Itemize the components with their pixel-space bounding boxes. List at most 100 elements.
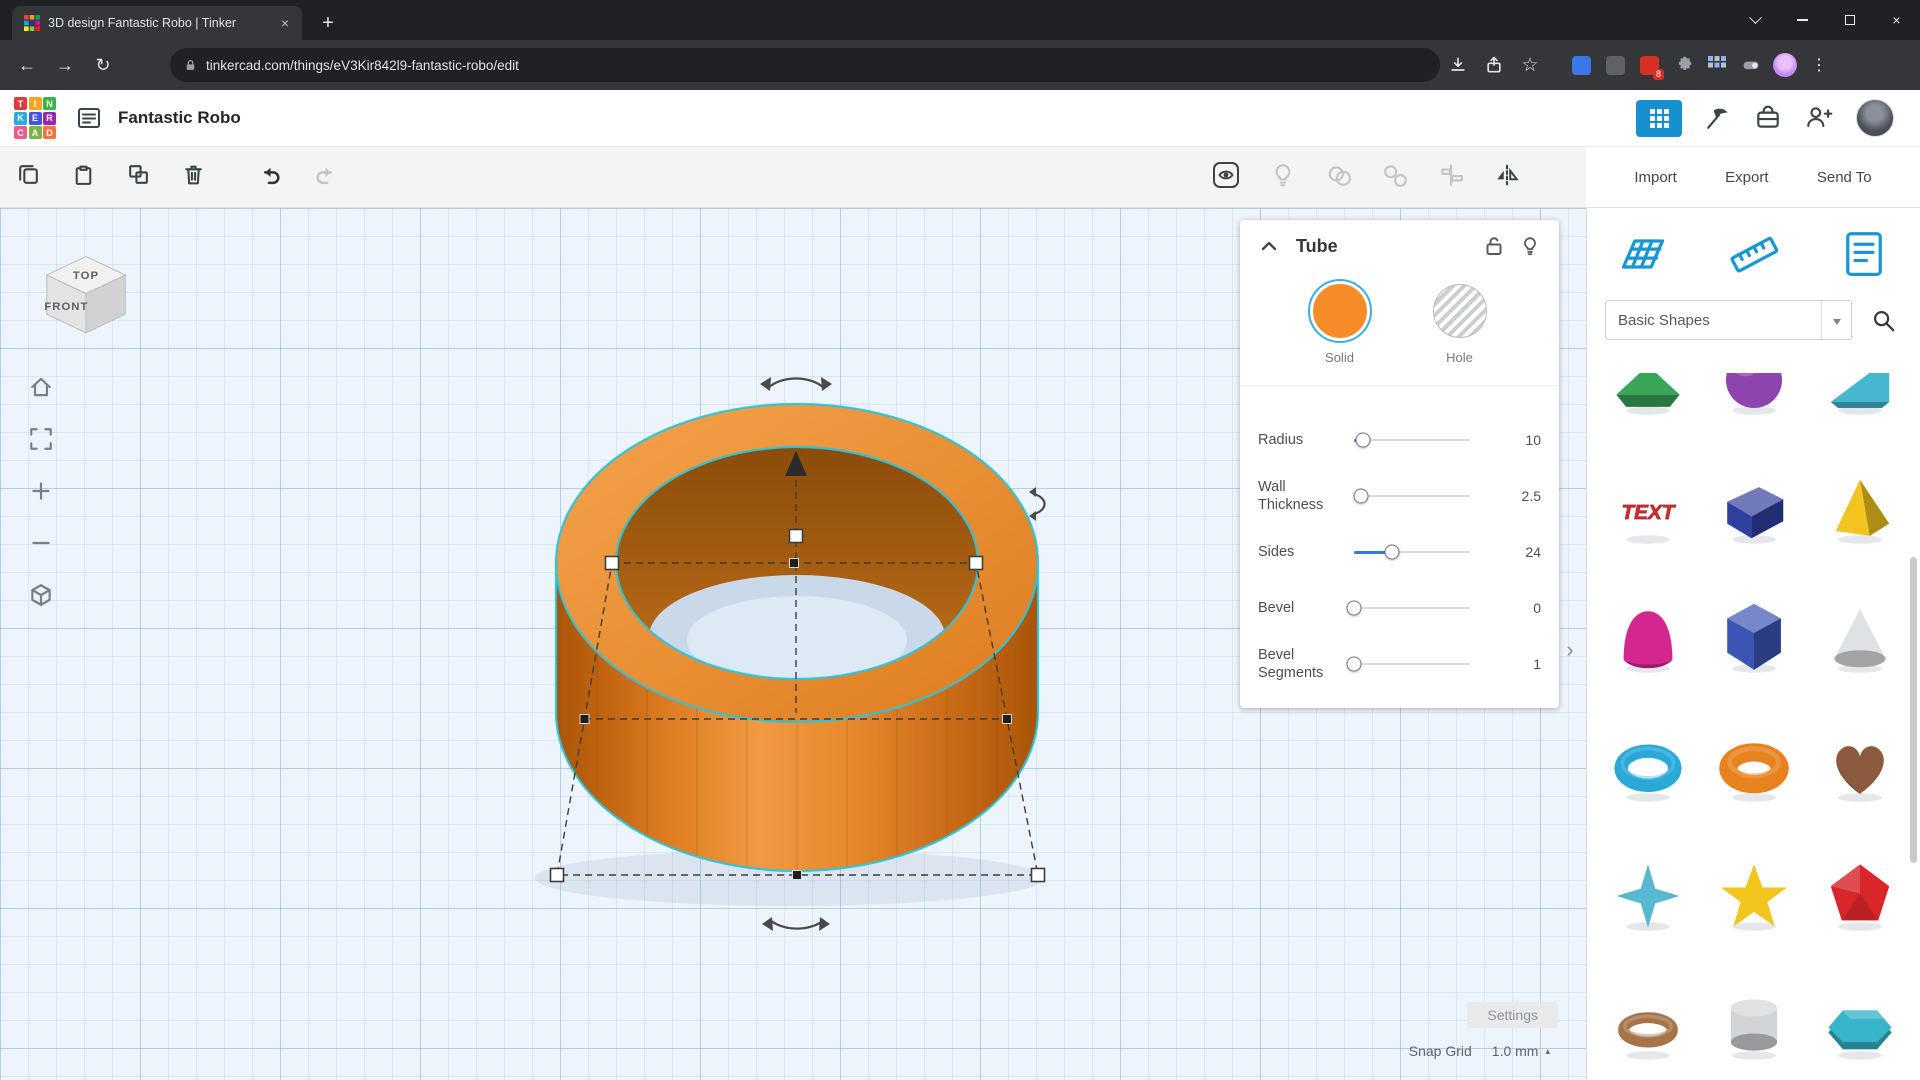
back-icon[interactable]: ← <box>8 46 46 84</box>
slider-knob[interactable] <box>1385 545 1400 560</box>
edge-handle-front[interactable] <box>793 871 802 880</box>
slider-track[interactable] <box>1354 607 1470 609</box>
hole-option[interactable]: Hole <box>1416 284 1504 365</box>
lock-open-icon[interactable] <box>1483 235 1505 257</box>
light-bulb-icon[interactable] <box>1270 162 1296 193</box>
shape-box[interactable] <box>1701 470 1807 548</box>
corner-handle-front-right[interactable] <box>1032 869 1045 882</box>
user-avatar[interactable] <box>1856 99 1894 137</box>
shape-star4[interactable] <box>1595 857 1701 935</box>
tinkercad-logo[interactable]: TINKERCAD <box>14 97 56 139</box>
shape-roof[interactable] <box>1595 373 1701 419</box>
workplane-tool-icon[interactable] <box>1613 224 1673 284</box>
extension-blocker-icon[interactable]: 8 <box>1632 48 1666 82</box>
shape-polygon[interactable] <box>1701 599 1807 677</box>
browser-tab[interactable]: 3D design Fantastic Robo | Tinker × <box>12 6 302 40</box>
sidebar-scrollbar[interactable] <box>1910 557 1917 863</box>
slider-knob[interactable] <box>1347 657 1362 672</box>
forward-icon[interactable]: → <box>46 46 84 84</box>
corner-handle-back-left[interactable] <box>606 557 619 570</box>
share-icon[interactable] <box>1476 47 1512 83</box>
bookmark-star-icon[interactable]: ☆ <box>1512 47 1548 83</box>
add-person-icon[interactable] <box>1804 103 1834 133</box>
new-tab-button[interactable]: + <box>314 9 342 37</box>
design-title[interactable]: Fantastic Robo <box>118 108 241 128</box>
ungroup-icon[interactable] <box>1382 162 1408 193</box>
edge-handle-right[interactable] <box>1003 715 1012 724</box>
window-close-button[interactable]: × <box>1873 0 1920 40</box>
hole-swatch[interactable] <box>1433 284 1487 338</box>
shape-cylinder[interactable] <box>1701 986 1807 1064</box>
category-stepper-icon[interactable] <box>1821 301 1851 339</box>
shape-paraboloid[interactable] <box>1595 599 1701 677</box>
shape-half-torus[interactable] <box>1595 986 1701 1064</box>
window-minimize-button[interactable] <box>1779 0 1826 40</box>
snap-grid-select[interactable]: 1.0 mm ▴ <box>1484 1040 1558 1062</box>
shape-cone[interactable] <box>1807 599 1913 677</box>
dashboard-grid-button[interactable] <box>1636 100 1682 137</box>
slider-track[interactable] <box>1354 495 1470 497</box>
search-shapes-icon[interactable] <box>1862 300 1904 340</box>
collapse-sidebar-icon[interactable]: › <box>1558 628 1582 672</box>
shape-sphere[interactable] <box>1701 373 1807 419</box>
slider-knob[interactable] <box>1347 601 1362 616</box>
tab-close-icon[interactable]: × <box>276 14 294 32</box>
tinker-pickaxe-icon[interactable] <box>1704 104 1732 132</box>
settings-button[interactable]: Settings <box>1467 1002 1558 1028</box>
design-menu-icon[interactable] <box>76 105 102 131</box>
window-maximize-button[interactable] <box>1826 0 1873 40</box>
redo-icon[interactable] <box>313 162 338 192</box>
corner-handle-back-right[interactable] <box>970 557 983 570</box>
address-bar[interactable]: tinkercad.com/things/eV3Kir842l9-fantast… <box>170 48 1440 82</box>
ruler-tool-icon[interactable] <box>1724 224 1784 284</box>
perspective-icon[interactable] <box>28 582 54 608</box>
extension-blue-icon[interactable] <box>1564 48 1598 82</box>
edge-handle-back[interactable] <box>790 559 799 568</box>
extension-puzzle-icon[interactable] <box>1666 48 1700 82</box>
solid-swatch[interactable] <box>1313 284 1367 338</box>
extension-toggle-icon[interactable] <box>1734 48 1768 82</box>
profile-avatar[interactable] <box>1768 48 1802 82</box>
undo-icon[interactable] <box>258 162 283 192</box>
extension-grid-icon[interactable] <box>1700 48 1734 82</box>
extension-dark-icon[interactable] <box>1598 48 1632 82</box>
group-icon[interactable] <box>1326 162 1352 193</box>
shape-torus[interactable] <box>1595 728 1701 806</box>
backpack-icon[interactable] <box>1754 104 1782 132</box>
slider-track[interactable] <box>1354 663 1470 665</box>
align-icon[interactable] <box>1438 162 1464 193</box>
mirror-icon[interactable] <box>1494 162 1520 193</box>
home-view-icon[interactable] <box>28 374 54 400</box>
delete-icon[interactable] <box>181 162 206 192</box>
shape-text[interactable]: TEXT <box>1595 470 1701 548</box>
notes-tool-icon[interactable] <box>1834 224 1894 284</box>
slider-knob[interactable] <box>1353 489 1368 504</box>
duplicate-icon[interactable] <box>126 162 151 192</box>
slider-knob[interactable] <box>1356 433 1371 448</box>
shape-heart[interactable] <box>1807 728 1913 806</box>
shape-hexagon[interactable] <box>1807 986 1913 1064</box>
design-canvas[interactable]: TOP FRONT Tube Solid <box>0 208 1586 1080</box>
copy-icon[interactable] <box>16 162 41 192</box>
corner-handle-front-left[interactable] <box>551 869 564 882</box>
collapse-panel-icon[interactable] <box>1258 235 1280 257</box>
shape-star[interactable] <box>1701 857 1807 935</box>
slider-track[interactable] <box>1354 439 1470 441</box>
solid-option[interactable]: Solid <box>1296 284 1384 365</box>
shape-category-select[interactable]: Basic Shapes <box>1605 300 1852 340</box>
light-bulb-icon[interactable] <box>1519 235 1541 257</box>
zoom-in-icon[interactable] <box>28 478 54 504</box>
shape-wedge[interactable] <box>1807 373 1913 419</box>
install-icon[interactable] <box>1440 47 1476 83</box>
import-button[interactable]: Import <box>1634 169 1677 186</box>
send-to-button[interactable]: Send To <box>1817 169 1872 186</box>
show-all-button[interactable] <box>1212 161 1240 194</box>
browser-menu-icon[interactable]: ⋮ <box>1802 48 1836 82</box>
fit-view-icon[interactable] <box>28 426 54 452</box>
export-button[interactable]: Export <box>1725 169 1768 186</box>
view-cube[interactable]: TOP FRONT <box>36 242 136 342</box>
shape-icosahedron[interactable] <box>1807 857 1913 935</box>
tab-search-icon[interactable] <box>1732 0 1779 40</box>
shape-pyramid[interactable] <box>1807 470 1913 548</box>
slider-track[interactable] <box>1354 551 1470 553</box>
